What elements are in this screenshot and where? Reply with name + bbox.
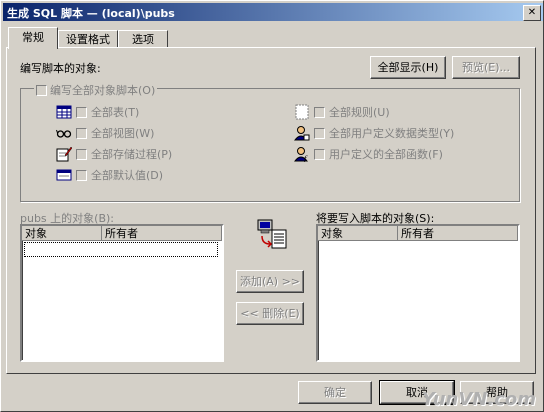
checkbox-box — [314, 148, 325, 160]
all-rules-label: 全部规则(U) — [329, 106, 390, 119]
all-udf-label: 用户定义的全部函数(F) — [329, 148, 443, 161]
default-icon — [56, 169, 72, 181]
all-tables-label: 全部表(T) — [91, 106, 140, 119]
target-objects-list[interactable]: 对象 所有者 — [316, 224, 520, 362]
close-icon: ✕ — [527, 7, 537, 18]
checkbox-box — [76, 127, 87, 139]
checkbox-box — [314, 127, 325, 139]
all-views-option[interactable]: 全部视图(W) — [56, 125, 154, 141]
remove-button[interactable]: << 删除(E) — [236, 302, 304, 325]
preview-button[interactable]: 预览(E)... — [452, 56, 520, 79]
tab-general[interactable]: 常规 — [8, 27, 58, 49]
tab-formatting[interactable]: 设置格式 — [58, 30, 118, 48]
glasses-icon — [56, 129, 72, 138]
all-udt-option[interactable]: 全部用户定义数据类型(Y) — [294, 125, 454, 141]
checkbox-box — [76, 169, 87, 181]
script-transfer-icon — [257, 219, 287, 249]
column-header-object[interactable]: 对象 — [22, 226, 102, 241]
title-bar: 生成 SQL 脚本 — (local)\pubs ✕ — [3, 3, 543, 21]
source-objects-list[interactable]: 对象 所有者 — [20, 224, 224, 362]
focus-row — [24, 242, 218, 257]
all-defaults-label: 全部默认值(D) — [91, 169, 164, 182]
all-views-label: 全部视图(W) — [91, 127, 155, 140]
all-defaults-option[interactable]: 全部默认值(D) — [56, 167, 163, 183]
table-icon — [56, 105, 72, 119]
all-procs-option[interactable]: 全部存储过程(P) — [56, 146, 172, 162]
window-title: 生成 SQL 脚本 — (local)\pubs — [7, 7, 175, 20]
checkbox-box — [314, 106, 325, 118]
ok-button[interactable]: 确定 — [298, 381, 372, 404]
stored-procedure-icon — [56, 146, 72, 162]
all-rules-option[interactable]: 全部规则(U) — [294, 104, 390, 120]
tab-options[interactable]: 选项 — [118, 30, 168, 48]
user-function-icon: f — [294, 147, 309, 162]
script-all-label: 编写全部对象脚本(O) — [50, 84, 156, 97]
watermark: YunVN.com — [421, 389, 536, 410]
column-header-object[interactable]: 对象 — [318, 226, 398, 241]
checkbox-box — [76, 148, 87, 160]
all-udt-label: 全部用户定义数据类型(Y) — [329, 127, 455, 140]
objects-label: 编写脚本的对象: — [20, 62, 101, 75]
user-type-icon — [294, 126, 310, 141]
all-udf-option[interactable]: f 用户定义的全部函数(F) — [294, 146, 443, 162]
all-tables-option[interactable]: 全部表(T) — [56, 104, 139, 120]
column-header-owner[interactable]: 所有者 — [398, 226, 518, 241]
rule-icon — [295, 104, 309, 120]
close-button[interactable]: ✕ — [523, 5, 541, 21]
all-procs-label: 全部存储过程(P) — [91, 148, 173, 161]
checkbox-box — [36, 84, 47, 96]
checkbox-box — [76, 106, 87, 118]
show-all-button[interactable]: 全部显示(H) — [370, 56, 446, 79]
add-button[interactable]: 添加(A) >> — [236, 270, 304, 293]
script-all-checkbox[interactable]: 编写全部对象脚本(O) — [34, 82, 158, 98]
column-header-owner[interactable]: 所有者 — [102, 226, 222, 241]
